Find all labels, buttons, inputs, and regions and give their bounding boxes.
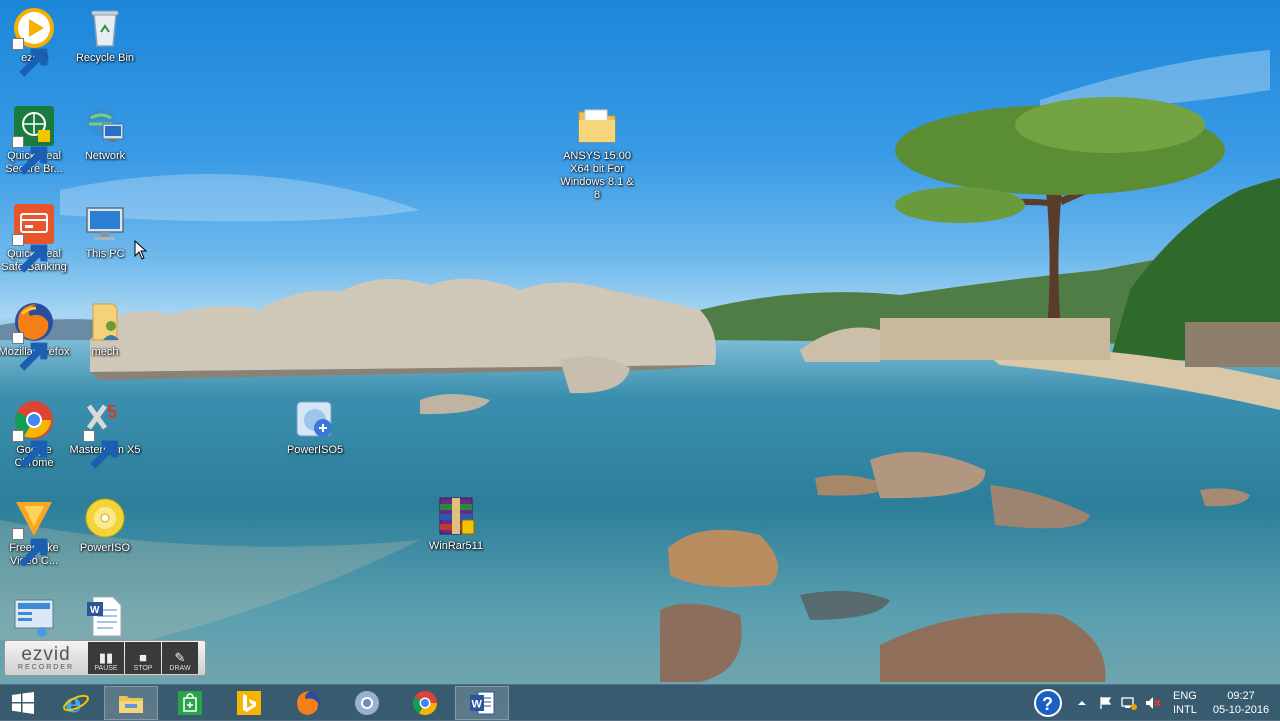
shortcut-arrow-icon <box>12 234 48 273</box>
internet-explorer-icon: e <box>63 689 89 717</box>
clock-time: 09:27 <box>1227 690 1255 702</box>
ezvid-stop-button[interactable]: ■ STOP <box>125 642 161 674</box>
desktop-icon-mech[interactable]: mech <box>69 300 141 359</box>
desktop-icon-freemake-video-converter[interactable]: Freemake Video C... <box>0 496 70 568</box>
system-tray: ? ENG INTL 09:27 05-10-2016 <box>1033 685 1269 721</box>
icon-label: Network <box>84 150 126 162</box>
taskbar-chrome[interactable] <box>398 686 452 720</box>
pencil-icon: ✎ <box>174 650 186 665</box>
firefox-icon <box>12 300 56 371</box>
desktop-icon-mastercam-x5[interactable]: 5 Mastercam X5 <box>69 398 141 469</box>
windows-logo-icon <box>12 692 34 714</box>
action-center-flag-icon[interactable] <box>1099 696 1113 710</box>
desktop-icon-google-chrome[interactable]: Google Chrome <box>0 398 70 470</box>
taskbar-firefox[interactable] <box>281 686 335 720</box>
show-hidden-icons-chevron-icon[interactable] <box>1077 698 1087 708</box>
desktop-icon-poweriso5[interactable]: PowerISO5 <box>279 398 351 457</box>
mastercam-icon: 5 <box>83 398 127 469</box>
svg-text:W: W <box>472 699 483 711</box>
desktop-icon-ezvid[interactable]: ezvid <box>0 6 70 77</box>
taskbar-store[interactable] <box>163 686 217 720</box>
svg-text:W: W <box>90 605 100 616</box>
firefox-icon <box>296 691 320 715</box>
ezvid-recorder-widget: ezvid RECORDER ▮▮ PAUSE ■ STOP ✎ DRAW <box>4 640 206 676</box>
freemake-icon <box>12 496 56 567</box>
speaker-muted-icon[interactable] <box>1145 696 1161 710</box>
icon-label: PowerISO <box>79 542 131 554</box>
stop-icon: ■ <box>139 650 147 665</box>
shortcut-arrow-icon <box>12 528 48 567</box>
desktop-icon-network[interactable]: Network <box>69 104 141 163</box>
desktop-icon-mozilla-firefox[interactable]: Mozilla Firefox <box>0 300 70 371</box>
shortcut-arrow-icon <box>12 38 48 77</box>
ezvid-icon <box>12 6 56 77</box>
folder-icon <box>575 104 619 148</box>
shortcut-arrow-icon <box>83 430 119 469</box>
store-icon <box>178 691 202 715</box>
desktop-icon-word-document[interactable]: W <box>69 594 141 638</box>
start-button[interactable] <box>0 686 50 720</box>
mouse-cursor-icon <box>134 240 148 260</box>
ezvid-draw-button[interactable]: ✎ DRAW <box>162 642 198 674</box>
control-panel-icon <box>12 594 56 638</box>
desktop-icon-poweriso[interactable]: PowerISO <box>69 496 141 555</box>
recycle-bin-icon <box>83 6 127 50</box>
bing-icon <box>237 691 261 715</box>
word-document-icon: W <box>83 594 127 638</box>
ezvid-recorder-logo: ezvid RECORDER <box>17 643 75 671</box>
taskbar-word[interactable]: W <box>455 686 509 720</box>
icon-label: PowerISO5 <box>286 444 344 456</box>
svg-text:5: 5 <box>107 402 117 422</box>
chrome-icon <box>12 398 56 469</box>
icon-label: WinRar511 <box>428 540 484 552</box>
shortcut-arrow-icon <box>12 136 48 175</box>
quick-heal-safe-banking-icon <box>12 202 56 273</box>
svg-text:?: ? <box>1042 694 1053 714</box>
taskbar-internet-explorer[interactable]: e <box>49 686 103 720</box>
word-icon: W <box>470 691 495 715</box>
folder-icon <box>119 696 143 713</box>
icon-label: Recycle Bin <box>75 52 135 64</box>
quick-heal-secure-browser-icon <box>12 104 56 175</box>
desktop-icon-control-panel[interactable] <box>0 594 70 638</box>
ezvid-pause-button[interactable]: ▮▮ PAUSE <box>88 642 124 674</box>
desktop-wallpaper <box>0 0 1280 720</box>
wallpaper-scene <box>0 50 1280 682</box>
winrar-icon <box>434 494 478 538</box>
taskbar-bing[interactable] <box>222 686 276 720</box>
network-icon <box>83 104 127 148</box>
desktop-icon-recycle-bin[interactable]: Recycle Bin <box>69 6 141 65</box>
pause-icon: ▮▮ <box>98 650 114 665</box>
shortcut-arrow-icon <box>12 430 48 469</box>
clock-date: 05-10-2016 <box>1212 704 1270 716</box>
taskbar-file-explorer[interactable] <box>104 686 158 720</box>
chrome-icon <box>412 691 437 716</box>
taskbar-chrome-window[interactable] <box>340 686 394 720</box>
shortcut-arrow-icon <box>12 332 48 371</box>
help-icon[interactable]: ? <box>1033 688 1063 718</box>
user-folder-icon <box>83 300 127 344</box>
poweriso-installer-icon <box>293 398 337 442</box>
desktop-icon-ansys-folder[interactable]: ANSYS 15.00 X64 bit For Windows 8.1 & 8 <box>559 104 635 202</box>
desktop-icon-quick-heal-secure-browser[interactable]: Quick Heal Secure Br... <box>0 104 70 176</box>
desktop-icon-winrar511[interactable]: WinRar511 <box>420 494 492 553</box>
desktop-icon-quick-heal-safe-banking[interactable]: Quick Heal Safe Banking <box>0 202 70 274</box>
icon-label: This PC <box>85 248 125 260</box>
this-pc-icon <box>83 202 127 246</box>
icon-label: mech <box>91 346 119 358</box>
taskbar: e W ? ENG INTL 09:27 05-10-2016 <box>0 684 1280 721</box>
poweriso-disc-icon <box>83 496 127 540</box>
network-status-icon[interactable] <box>1121 696 1137 710</box>
clock[interactable]: 09:27 05-10-2016 <box>1213 689 1269 717</box>
icon-label: ANSYS 15.00 X64 bit For Windows 8.1 & 8 <box>560 150 634 201</box>
input-language-indicator[interactable]: ENG INTL <box>1173 689 1197 717</box>
desktop-icon-this-pc[interactable]: This PC <box>69 202 141 261</box>
chrome-icon <box>355 691 379 715</box>
